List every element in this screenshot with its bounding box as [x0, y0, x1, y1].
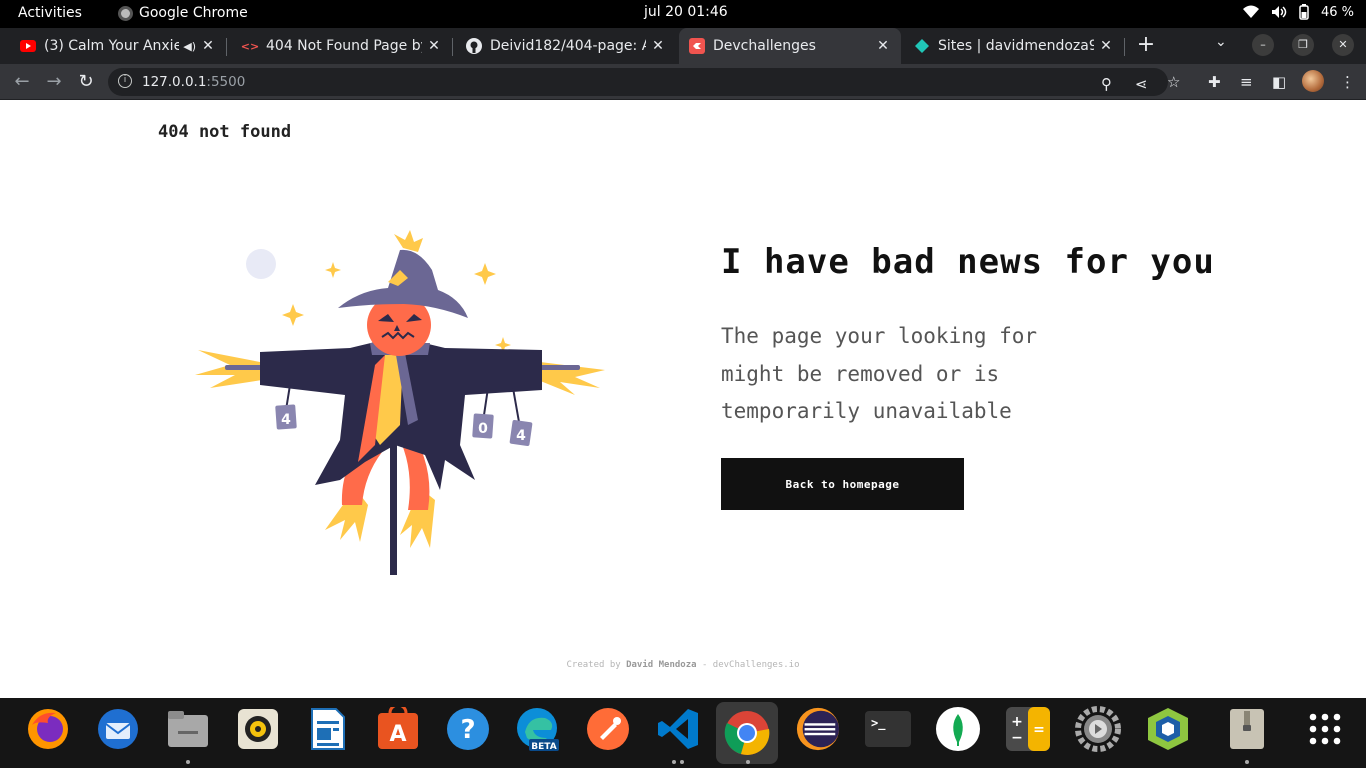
- restore-window-icon[interactable]: ❐: [1292, 34, 1314, 56]
- new-tab-button[interactable]: +: [1136, 28, 1156, 64]
- page-logo[interactable]: 404 not found: [158, 122, 291, 142]
- activities-button[interactable]: Activities: [18, 5, 82, 21]
- browser-toolbar: ← → ↻ i 127.0.0.1:5500 ⚲ ⋖ ☆ ✚ ≡ ◧ ⋮: [0, 64, 1366, 100]
- system-status-area[interactable]: 46 %: [1242, 4, 1354, 20]
- svg-text:>_: >_: [871, 716, 886, 731]
- svg-text:+: +: [1011, 714, 1023, 730]
- can-digit: 4: [281, 412, 291, 428]
- extensions-puzzle-icon[interactable]: ✚: [1208, 73, 1221, 91]
- tab-404-page[interactable]: <> 404 Not Found Page by ✕: [234, 28, 453, 64]
- minimize-window-icon[interactable]: –: [1252, 34, 1274, 56]
- forward-arrow-icon[interactable]: →: [42, 70, 66, 94]
- edge-beta-badge: BETA: [531, 742, 556, 752]
- menu-kebab-icon[interactable]: ⋮: [1340, 73, 1355, 91]
- page-description: The page your looking for might be remov…: [721, 324, 1038, 423]
- page-headline: I have bad news for you: [721, 242, 1215, 282]
- site-info-icon[interactable]: i: [118, 74, 132, 88]
- tab-youtube[interactable]: (3) Calm Your Anxiet ◀) ✕: [12, 28, 227, 64]
- url-text[interactable]: 127.0.0.1:5500: [142, 74, 245, 90]
- ubuntu-dock: A ? BETA >_ + − =: [0, 698, 1366, 768]
- netlify-icon: [914, 38, 930, 54]
- thunderbird-icon[interactable]: [95, 706, 141, 752]
- close-tab-icon[interactable]: ✕: [650, 38, 666, 54]
- help-icon[interactable]: ?: [445, 706, 491, 752]
- scarecrow-illustration: 4 0 4: [195, 230, 605, 575]
- writer-icon[interactable]: [305, 706, 351, 752]
- app-menu[interactable]: Google Chrome: [118, 5, 248, 21]
- firefox-icon[interactable]: [25, 706, 71, 752]
- media-control-icon[interactable]: ≡: [1240, 73, 1253, 91]
- github-icon: [466, 38, 482, 54]
- archive-manager-icon[interactable]: [1224, 706, 1270, 752]
- tab-title: (3) Calm Your Anxiet: [44, 38, 180, 54]
- back-to-homepage-button[interactable]: Back to homepage: [721, 458, 964, 510]
- reload-icon[interactable]: ↻: [74, 70, 98, 94]
- tab-search-chevron-icon[interactable]: ⌄: [1215, 34, 1227, 50]
- vscode-icon[interactable]: [655, 706, 701, 752]
- can-digit: 4: [516, 428, 526, 444]
- battery-icon: [1299, 4, 1309, 20]
- tab-github[interactable]: Deivid182/404-page: A ✕: [458, 28, 676, 64]
- zoom-icon[interactable]: ⚲: [1101, 75, 1112, 93]
- volume-icon: [1271, 6, 1287, 18]
- devchallenges-code-icon: <>: [240, 39, 260, 53]
- tab-netlify-sites[interactable]: Sites | davidmendoza91 ✕: [906, 28, 1125, 64]
- tab-strip: (3) Calm Your Anxiet ◀) ✕ <> 404 Not Fou…: [0, 28, 1366, 64]
- app-menu-label: Google Chrome: [139, 5, 248, 21]
- tab-title: Devchallenges: [713, 38, 816, 54]
- close-tab-icon[interactable]: ✕: [1098, 38, 1114, 54]
- battery-percent: 46 %: [1320, 4, 1354, 20]
- profile-avatar[interactable]: [1302, 70, 1324, 92]
- software-icon[interactable]: A: [375, 706, 421, 752]
- mongodb-compass-icon[interactable]: [935, 706, 981, 752]
- close-tab-icon[interactable]: ✕: [426, 38, 442, 54]
- audio-playing-icon[interactable]: ◀): [183, 40, 196, 53]
- tab-devchallenges[interactable]: Devchallenges ✕: [679, 28, 901, 64]
- system-top-bar: Activities Google Chrome jul 20 01:46 46…: [0, 0, 1366, 28]
- close-tab-icon[interactable]: ✕: [875, 38, 891, 54]
- chrome-icon[interactable]: [716, 702, 778, 764]
- address-bar[interactable]: i 127.0.0.1:5500 ⚲ ⋖ ☆: [108, 68, 1180, 96]
- svg-text:A: A: [389, 722, 406, 747]
- side-panel-icon[interactable]: ◧: [1272, 73, 1286, 91]
- devchallenges-icon: [689, 38, 705, 54]
- rhythmbox-icon[interactable]: [235, 706, 281, 752]
- tab-title: 404 Not Found Page by: [266, 38, 422, 54]
- close-tab-icon[interactable]: ✕: [200, 38, 216, 54]
- app-grid-icon[interactable]: [1302, 706, 1348, 752]
- close-window-icon[interactable]: ✕: [1332, 34, 1354, 56]
- svg-text:=: =: [1033, 722, 1045, 738]
- virtualbox-icon[interactable]: [1145, 706, 1191, 752]
- postman-icon[interactable]: [585, 706, 631, 752]
- footer-credit: Created by David Mendoza - devChallenges…: [566, 660, 800, 670]
- svg-text:?: ?: [460, 715, 475, 745]
- tab-title: Sites | davidmendoza91: [938, 38, 1094, 54]
- share-icon[interactable]: ⋖: [1135, 75, 1148, 93]
- edge-beta-icon[interactable]: BETA: [515, 706, 561, 752]
- eclipse-icon[interactable]: [795, 706, 841, 752]
- files-icon[interactable]: [165, 706, 211, 752]
- back-arrow-icon[interactable]: ←: [10, 70, 34, 94]
- chrome-app-icon: [118, 5, 133, 21]
- terminal-icon[interactable]: >_: [865, 706, 911, 752]
- calculator-icon[interactable]: + − =: [1005, 706, 1051, 752]
- svg-text:−: −: [1011, 730, 1023, 746]
- youtube-icon: [20, 38, 36, 54]
- settings-icon[interactable]: [1075, 706, 1121, 752]
- can-digit: 0: [478, 421, 488, 437]
- tab-title: Deivid182/404-page: A: [490, 38, 646, 54]
- clock[interactable]: jul 20 01:46: [644, 4, 728, 20]
- wifi-icon: [1242, 5, 1259, 18]
- bookmark-star-icon[interactable]: ☆: [1167, 73, 1180, 91]
- web-page: 404 not found 4 0 4 I have bad news for …: [0, 100, 1366, 698]
- author-link[interactable]: David Mendoza: [626, 660, 696, 670]
